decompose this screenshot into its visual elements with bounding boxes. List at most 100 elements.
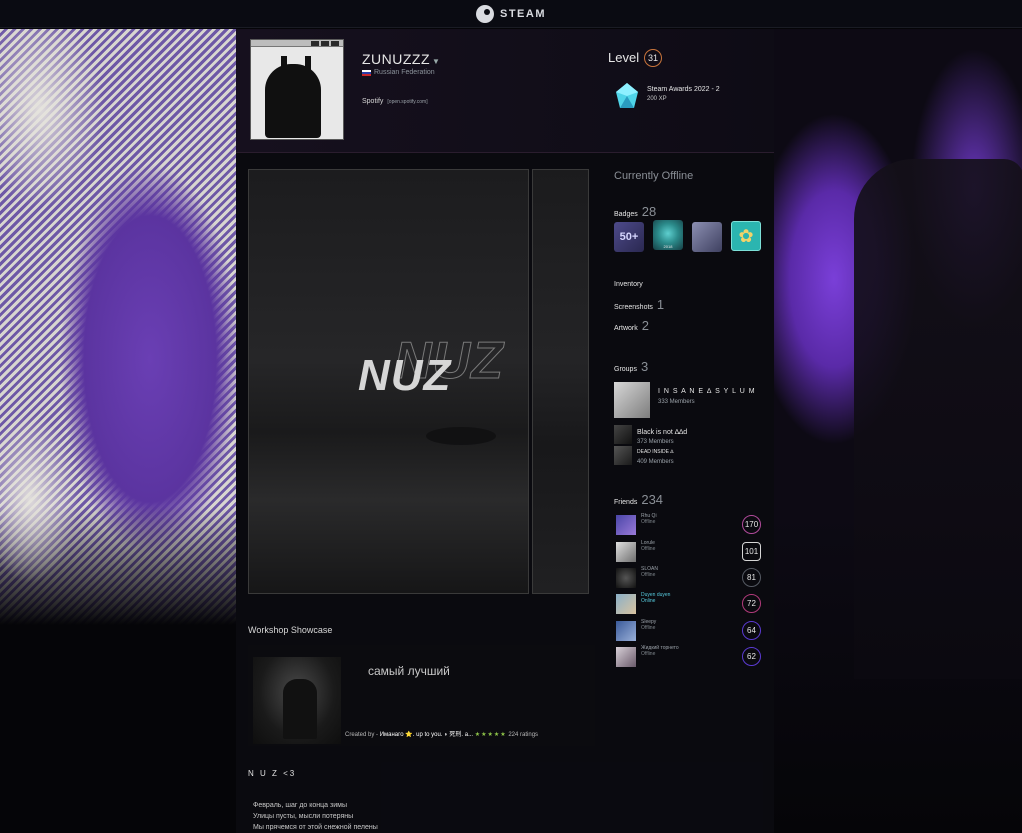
steam-logo-icon[interactable] — [476, 4, 494, 23]
friend-avatar — [616, 647, 636, 667]
profile-summary: Spotify [open.spotify.com] — [362, 98, 428, 105]
friend-status: Online — [641, 598, 656, 604]
groups-count: 3 — [640, 359, 649, 374]
friend-avatar — [616, 542, 636, 562]
persona-dropdown-icon[interactable]: ▼ — [432, 57, 440, 66]
groups-link[interactable]: Groups 3 — [614, 359, 648, 374]
friend-level-badge: 72 — [742, 594, 761, 613]
rating-stars-icon: ★★★★★ — [474, 732, 507, 738]
country-name: Russian Federation — [374, 69, 435, 76]
steam-brand-label[interactable]: STEAM — [500, 8, 546, 20]
avatar-minimize-icon — [311, 41, 319, 46]
persona-name-text: ZUNUZZZ — [362, 51, 431, 67]
screenshots-label: Screenshots — [614, 304, 653, 311]
friend-status: Offline — [641, 572, 656, 578]
group-avatar[interactable] — [614, 446, 632, 465]
artwork-label: Artwork — [614, 325, 638, 332]
artwork-smudge — [426, 427, 496, 445]
poem-line: Февраль, шаг до конца зимы — [253, 802, 347, 809]
workshop-item-meta: Created by - Иманагo ⭐. up to you. ◗ 死刑.… — [345, 729, 538, 738]
workshop-author[interactable]: Иманагo ⭐. up to you. ◗ 死刑. a... — [380, 732, 473, 738]
profile-background-left — [0, 29, 236, 625]
friend-row[interactable]: Duyen duyen Online 72 — [616, 592, 762, 616]
background-figure — [854, 159, 1022, 679]
groups-label: Groups — [614, 366, 637, 373]
badge-flower[interactable]: ✿ — [731, 221, 761, 251]
group-avatar[interactable] — [614, 382, 650, 418]
artwork-link[interactable]: Artwork 2 — [614, 318, 649, 333]
summary-text: Spotify — [362, 98, 384, 105]
steam-awards-badge-icon[interactable] — [614, 82, 640, 110]
country-line: Russian Federation — [362, 69, 435, 76]
friend-level-badge: 170 — [742, 515, 761, 534]
badges-link[interactable]: Badges 28 — [614, 204, 656, 219]
friend-status: Offline — [641, 625, 656, 631]
ratings-count: 224 ratings — [508, 732, 539, 738]
screenshots-link[interactable]: Screenshots 1 — [614, 297, 664, 312]
avatar-close-icon — [331, 41, 339, 46]
friends-link[interactable]: Friends 234 — [614, 492, 663, 507]
artwork-showcase-side[interactable] — [532, 169, 589, 594]
level-label: Level — [608, 50, 640, 65]
friend-level-badge: 101 — [742, 542, 761, 561]
friends-count: 234 — [641, 492, 664, 507]
group-members: 333 Members — [658, 399, 695, 405]
group-name[interactable]: I N S A N E ∆ S Y L U M — [658, 388, 756, 395]
background-wash — [0, 29, 236, 625]
featured-badge-name[interactable]: Steam Awards 2022 - 2 — [647, 86, 720, 93]
friend-level-badge: 64 — [742, 621, 761, 640]
created-by-label: Created by - — [345, 732, 380, 738]
friend-row[interactable]: Sleepy Offline 64 — [616, 619, 762, 643]
friend-status: Offline — [641, 519, 656, 525]
friend-row[interactable]: Lorule Offline 101 — [616, 540, 762, 564]
group-members: 409 Members — [637, 459, 674, 465]
group-members: 373 Members — [637, 439, 674, 445]
friend-level-badge: 62 — [742, 647, 761, 666]
screenshots-count: 1 — [656, 297, 665, 312]
profile-avatar[interactable] — [250, 39, 344, 140]
custom-box-text: Февраль, шаг до конца зимы Улицы пусты, … — [253, 800, 378, 833]
friend-avatar — [616, 621, 636, 641]
badges-label: Badges — [614, 211, 638, 218]
badges-count: 28 — [641, 204, 657, 219]
badge-year: 2018 — [663, 244, 673, 249]
avatar-silhouette — [265, 64, 321, 138]
summary-link[interactable]: [open.spotify.com] — [387, 99, 427, 105]
group-name[interactable]: Black is not ∆∆d — [637, 429, 687, 436]
workshop-showcase-title: Workshop Showcase — [248, 625, 333, 635]
avatar-maximize-icon — [321, 41, 329, 46]
friend-status: Offline — [641, 651, 656, 657]
friends-label: Friends — [614, 499, 638, 506]
badge-steam-years[interactable]: 2018 — [653, 220, 683, 250]
custom-box-title: N U Z <3 — [248, 769, 297, 778]
group-name[interactable]: DEAD INSIDE ∆ — [637, 449, 673, 455]
inventory-link[interactable]: Inventory — [614, 281, 643, 288]
friend-avatar — [616, 568, 636, 588]
workshop-item-thumbnail[interactable] — [253, 657, 341, 744]
profile-background-right — [774, 29, 1022, 833]
thumbnail-figure — [283, 679, 317, 739]
steam-top-bar: STEAM — [0, 0, 1022, 28]
online-status: Currently Offline — [614, 170, 694, 182]
friend-status: Offline — [641, 546, 656, 552]
featured-badge-xp: 200 XP — [647, 96, 667, 102]
poem-line: Улицы пусты, мысли потеряны — [253, 813, 354, 820]
badge-community[interactable] — [692, 222, 722, 252]
persona-name[interactable]: ZUNUZZZ ▼ — [362, 51, 440, 67]
profile-main-column: ZUNUZZZ ▼ Russian Federation Spotify [open… — [236, 29, 774, 833]
friend-row[interactable]: Rhu Qi Offline 170 — [616, 513, 762, 537]
avatar-window-bar — [251, 40, 343, 47]
group-avatar[interactable] — [614, 425, 632, 444]
artwork-text: NUZ — [358, 351, 452, 400]
friend-level-badge: 81 — [742, 568, 761, 587]
friend-row[interactable]: Жидкий торнето Offline 62 — [616, 645, 762, 669]
friend-avatar — [616, 594, 636, 614]
friend-avatar — [616, 515, 636, 535]
russia-flag-icon — [362, 69, 371, 76]
artwork-count: 2 — [641, 318, 649, 333]
friend-row[interactable]: SLOAN Offline 81 — [616, 566, 762, 590]
level-badge[interactable]: 31 — [644, 49, 662, 67]
badge-50-games[interactable]: 50+ — [614, 222, 644, 252]
workshop-item-name[interactable]: самый лучший — [368, 664, 450, 678]
poem-line: Мы прячемся от этой снежной пелены — [253, 824, 378, 831]
